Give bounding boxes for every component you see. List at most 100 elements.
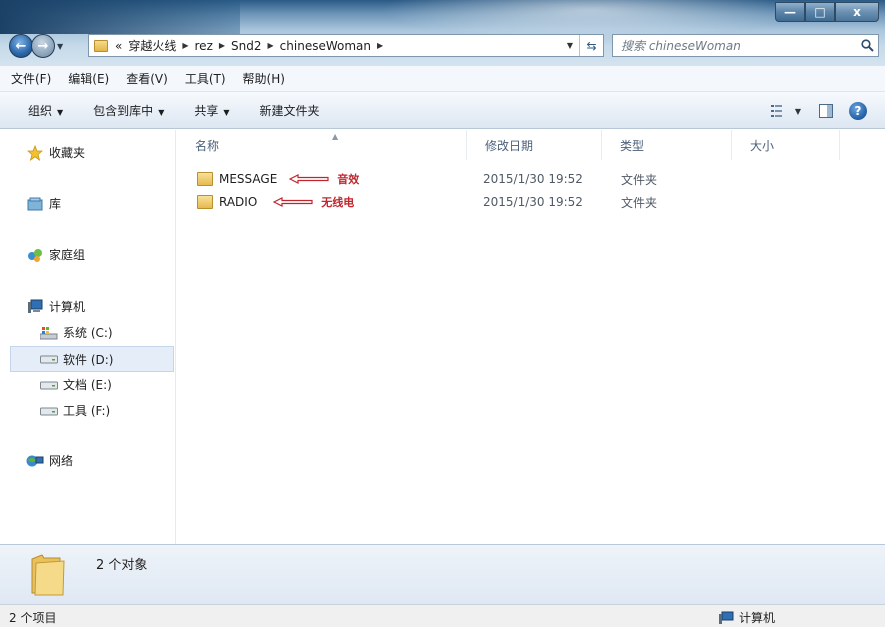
column-modified-label: 修改日期 xyxy=(485,138,534,153)
file-name-cell: MESSAGE 音效 xyxy=(197,171,359,187)
view-options-dropdown-icon[interactable]: ▼ xyxy=(795,107,801,116)
breadcrumb-separator-icon[interactable]: ▶ xyxy=(374,41,386,50)
chevron-down-icon: ▼ xyxy=(223,107,230,117)
window-controls: — □ x xyxy=(775,2,879,22)
close-button[interactable]: x xyxy=(835,2,879,22)
menu-edit[interactable]: 编辑(E) xyxy=(68,70,109,87)
help-icon[interactable]: ? xyxy=(849,102,867,120)
arrow-left-icon xyxy=(273,197,313,207)
details-pane: 2 个对象 xyxy=(0,544,885,604)
maximize-button[interactable]: □ xyxy=(805,2,835,22)
annotation-label: 音效 xyxy=(337,173,360,186)
breadcrumb-item[interactable]: 穿越火线 xyxy=(125,37,179,54)
file-row[interactable]: RADIO 无线电 2015/1/30 19:52 文件夹 xyxy=(177,191,885,213)
file-type: 文件夹 xyxy=(621,195,658,210)
nav-label-homegroup: 家庭组 xyxy=(49,248,86,262)
nav-label-drive-e: 文档 (E:) xyxy=(63,378,112,392)
recent-pages-dropdown-icon[interactable]: ▼ xyxy=(57,42,63,51)
menu-file[interactable]: 文件(F) xyxy=(11,70,51,87)
star-icon xyxy=(26,144,44,161)
file-modified: 2015/1/30 19:52 xyxy=(483,172,583,186)
include-in-library-button[interactable]: 包含到库中 ▼ xyxy=(93,102,164,119)
nav-label-drive-d: 软件 (D:) xyxy=(63,352,114,367)
search-input[interactable] xyxy=(613,35,856,56)
menu-view[interactable]: 查看(V) xyxy=(126,70,168,87)
back-arrow-icon: ← xyxy=(15,38,27,54)
library-icon xyxy=(26,196,44,212)
search-box[interactable] xyxy=(612,34,879,57)
status-location: 计算机 xyxy=(718,609,775,626)
file-modified: 2015/1/30 19:52 xyxy=(483,195,583,209)
share-button[interactable]: 共享 ▼ xyxy=(194,102,229,119)
item-count: 2 个项目 xyxy=(9,611,57,625)
breadcrumb-separator-icon[interactable]: ▶ xyxy=(216,41,228,50)
chevron-down-icon: ▼ xyxy=(158,107,165,117)
breadcrumb-separator-icon[interactable]: ▶ xyxy=(179,41,191,50)
column-size[interactable]: 大小 xyxy=(732,130,840,160)
breadcrumb-item[interactable]: rez xyxy=(192,39,216,53)
nav-item-homegroup[interactable]: 家庭组 xyxy=(26,246,85,263)
nav-label-drive-c: 系统 (C:) xyxy=(63,326,113,340)
nav-item-computer[interactable]: 计算机 xyxy=(26,298,85,315)
refresh-button[interactable]: ⇆ xyxy=(579,35,603,56)
new-folder-label: 新建文件夹 xyxy=(259,103,320,118)
column-name[interactable]: 名称 ▲ xyxy=(177,130,467,160)
column-type[interactable]: 类型 xyxy=(602,130,732,160)
chevron-down-icon: ▼ xyxy=(57,107,64,117)
nav-item-network[interactable]: 网络 xyxy=(26,452,73,469)
forward-button[interactable]: → xyxy=(31,34,55,58)
arrow-left-icon xyxy=(289,174,329,184)
title-bar-shade xyxy=(0,0,240,34)
homegroup-icon xyxy=(26,247,44,263)
nav-item-libraries[interactable]: 库 xyxy=(26,195,61,212)
column-name-label: 名称 xyxy=(195,138,220,153)
organize-button[interactable]: 组织 ▼ xyxy=(28,102,63,119)
folder-icon xyxy=(197,195,213,209)
nav-label-favorites: 收藏夹 xyxy=(49,146,86,160)
nav-item-drive-e[interactable]: 文档 (E:) xyxy=(40,376,112,393)
computer-icon xyxy=(26,299,44,315)
address-history-dropdown-icon[interactable]: ▼ xyxy=(561,41,579,50)
nav-label-libraries: 库 xyxy=(49,197,62,211)
folder-icon xyxy=(94,39,108,52)
nav-item-favorites[interactable]: 收藏夹 xyxy=(26,144,85,161)
navigation-pane: 收藏夹 库 家庭组 计算机 系统 (C:) 软件 (D:) 文档 (E:) 工具… xyxy=(0,130,176,544)
window-title-bar: — □ x ← → ▼ « 穿越火线 ▶ rez ▶ Snd2 ▶ chines… xyxy=(0,0,885,66)
network-icon xyxy=(26,453,44,469)
drive-icon xyxy=(40,377,58,393)
nav-item-drive-c[interactable]: 系统 (C:) xyxy=(40,324,113,341)
menu-help[interactable]: 帮助(H) xyxy=(243,70,285,87)
selection-count: 2 个对象 xyxy=(96,558,148,573)
breadcrumb-item[interactable]: Snd2 xyxy=(228,39,264,53)
file-list: 名称 ▲ 修改日期 类型 大小 MESSAGE 音效 2015/1/30 19:… xyxy=(177,130,885,544)
view-controls: ▼ ? xyxy=(770,102,867,120)
search-icon[interactable] xyxy=(856,35,878,56)
nav-label-drive-f: 工具 (F:) xyxy=(63,404,111,418)
view-options-icon[interactable] xyxy=(770,104,789,118)
minimize-button[interactable]: — xyxy=(775,2,805,22)
file-row[interactable]: MESSAGE 音效 2015/1/30 19:52 文件夹 xyxy=(177,168,885,190)
nav-item-drive-f[interactable]: 工具 (F:) xyxy=(40,402,110,419)
command-bar: 组织 ▼ 包含到库中 ▼ 共享 ▼ 新建文件夹 ▼ ? xyxy=(0,92,885,129)
share-label: 共享 xyxy=(194,103,219,118)
column-size-label: 大小 xyxy=(750,138,775,153)
breadcrumb-overflow[interactable]: « xyxy=(112,39,125,53)
breadcrumb-item[interactable]: chineseWoman xyxy=(277,39,374,53)
forward-arrow-icon: → xyxy=(37,38,49,54)
column-modified[interactable]: 修改日期 xyxy=(467,130,602,160)
menu-bar: 文件(F) 编辑(E) 查看(V) 工具(T) 帮助(H) xyxy=(0,66,885,92)
navigation-buttons: ← → ▼ xyxy=(9,34,63,58)
menu-tools[interactable]: 工具(T) xyxy=(185,70,226,87)
address-bar[interactable]: « 穿越火线 ▶ rez ▶ Snd2 ▶ chineseWoman ▶ ▼ ⇆ xyxy=(88,34,604,57)
refresh-icon: ⇆ xyxy=(586,38,597,53)
file-name: MESSAGE xyxy=(219,172,278,186)
sort-ascending-icon: ▲ xyxy=(332,132,339,141)
preview-pane-icon[interactable] xyxy=(819,104,833,118)
nav-item-drive-d[interactable]: 软件 (D:) xyxy=(10,346,174,372)
annotation: 音效 xyxy=(289,171,359,187)
back-button[interactable]: ← xyxy=(9,34,33,58)
new-folder-button[interactable]: 新建文件夹 xyxy=(260,102,320,119)
organize-label: 组织 xyxy=(28,103,53,118)
status-bar: 2 个项目 计算机 xyxy=(0,604,885,627)
breadcrumb-separator-icon[interactable]: ▶ xyxy=(265,41,277,50)
